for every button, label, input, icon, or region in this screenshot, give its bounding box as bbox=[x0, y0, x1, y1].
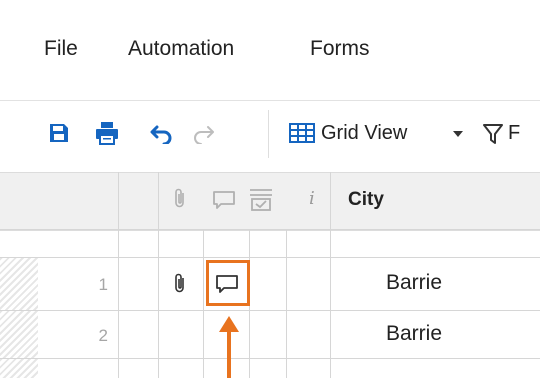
toolbar-divider bbox=[268, 110, 269, 158]
column-line bbox=[286, 229, 287, 378]
row-number: 2 bbox=[98, 326, 108, 345]
comment-icon bbox=[213, 191, 235, 209]
row-line-1 bbox=[0, 310, 540, 311]
save-icon[interactable] bbox=[48, 122, 70, 144]
print-icon[interactable] bbox=[95, 121, 119, 145]
grid-view-button[interactable]: Grid View bbox=[321, 122, 407, 145]
menu-bar: File Automation Forms bbox=[0, 0, 546, 100]
menu-file[interactable]: File bbox=[44, 37, 78, 61]
comment-highlight-box bbox=[206, 260, 250, 306]
column-line bbox=[330, 172, 331, 378]
row-line-subheader bbox=[0, 229, 540, 230]
proofing-icon bbox=[250, 189, 272, 211]
city-cell[interactable]: Barrie bbox=[386, 271, 442, 295]
filter-button-label[interactable]: F bbox=[508, 122, 520, 145]
row-number: 1 bbox=[98, 275, 108, 294]
filter-icon[interactable] bbox=[482, 123, 504, 145]
chevron-down-icon[interactable] bbox=[452, 130, 464, 138]
info-column-header: i bbox=[309, 188, 315, 209]
menu-automation[interactable]: Automation bbox=[128, 37, 234, 61]
menu-forms[interactable]: Forms bbox=[310, 37, 370, 61]
column-line bbox=[203, 229, 204, 378]
row-selector[interactable] bbox=[0, 359, 38, 378]
toolbar bbox=[0, 101, 546, 170]
column-line bbox=[118, 172, 119, 378]
redo-icon[interactable] bbox=[193, 124, 217, 144]
attachment-icon[interactable] bbox=[173, 273, 187, 295]
undo-icon[interactable] bbox=[150, 124, 174, 144]
row-selector[interactable] bbox=[0, 258, 38, 310]
city-column-header[interactable]: City bbox=[348, 189, 384, 211]
column-line bbox=[158, 172, 159, 378]
row-line-top bbox=[0, 257, 540, 258]
grid-view-icon[interactable] bbox=[289, 123, 315, 143]
row-selector[interactable] bbox=[0, 311, 38, 358]
annotation-arrow-line bbox=[227, 330, 231, 378]
row-line-2 bbox=[0, 358, 540, 359]
city-cell[interactable]: Barrie bbox=[386, 322, 442, 346]
attachment-icon bbox=[175, 188, 184, 208]
